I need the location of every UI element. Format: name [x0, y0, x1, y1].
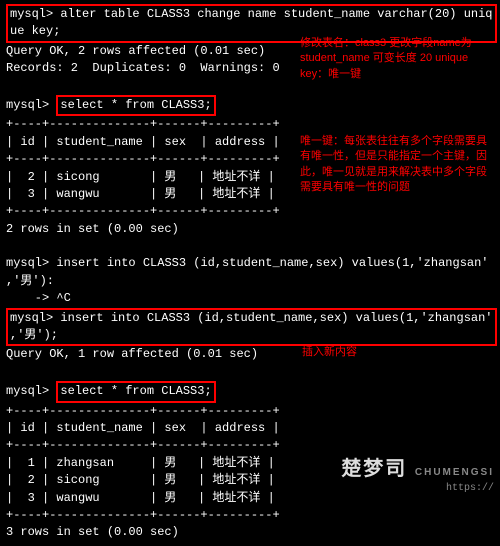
table-sep: +----+--------------+------+---------+ — [6, 507, 494, 524]
watermark-url: https:// — [341, 483, 494, 494]
watermark: 楚梦司 CHUMENGSI https:// — [341, 452, 494, 494]
table-header: | id | student_name | sex | address | — [6, 420, 494, 437]
table-sep: +----+--------------+------+---------+ — [6, 403, 494, 420]
watermark-cn: 楚梦司 CHUMENGSI — [341, 452, 494, 481]
result-line: 2 rows in set (0.00 sec) — [6, 221, 494, 238]
result-line: 3 rows in set (0.00 sec) — [6, 524, 494, 541]
highlight-box: select * from CLASS3; — [56, 381, 215, 402]
annotation-2: 唯一键：每张表往往有多个字段需要具有唯一性，但是只能指定一个主键，因此，唯一见就… — [300, 134, 495, 196]
blank-line — [6, 364, 494, 381]
highlight-box: select * from CLASS3; — [56, 95, 215, 116]
annotation-3: 插入新内容 — [302, 345, 422, 360]
cmd-insert-fail-cont: ,'男'): — [6, 273, 494, 290]
cmd-select-1: mysql> select * from CLASS3; — [6, 95, 494, 116]
watermark-en: CHUMENGSI — [415, 467, 494, 478]
cmd-insert-ok: mysql> insert into CLASS3 (id,student_na… — [6, 308, 494, 347]
cmd-cancel: -> ^C — [6, 290, 494, 307]
table-sep: +----+--------------+------+---------+ — [6, 116, 494, 133]
cmd-insert-fail: mysql> insert into CLASS3 (id,student_na… — [6, 255, 494, 272]
highlight-box: mysql> insert into CLASS3 (id,student_na… — [6, 308, 497, 347]
cmd-select-2: mysql> select * from CLASS3; — [6, 381, 494, 402]
annotation-1: 修改表名：class3 更改字段name为 student_name 可变长度 … — [300, 36, 490, 82]
table-sep: +----+--------------+------+---------+ — [6, 203, 494, 220]
blank-line — [6, 238, 494, 255]
